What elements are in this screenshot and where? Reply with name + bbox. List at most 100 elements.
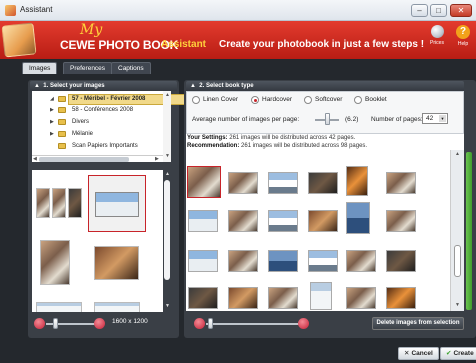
tab-captions[interactable]: Captions: [111, 62, 151, 74]
zoom-slider-knob[interactable]: [208, 318, 213, 329]
folder-icon: [58, 119, 66, 125]
maximize-button[interactable]: □: [430, 4, 447, 17]
scroll-down-icon[interactable]: ▼: [455, 302, 460, 308]
image-thumbnail[interactable]: [52, 188, 66, 218]
delete-images-button[interactable]: Delete images from selection: [372, 317, 464, 330]
tree-item-meribel[interactable]: ◢ 57 - Méribel - Février 2008: [32, 94, 187, 105]
selected-image-thumbnail[interactable]: [187, 166, 221, 198]
chevron-right-icon[interactable]: ▶: [50, 117, 54, 128]
zoom-in-icon[interactable]: [298, 318, 309, 329]
image-thumbnail[interactable]: [308, 210, 338, 232]
image-thumbnail[interactable]: [268, 210, 298, 232]
radio-softcover[interactable]: [304, 96, 312, 104]
selected-images-scrollbar[interactable]: ▲ ▼: [450, 150, 464, 311]
selected-image-thumbnail[interactable]: [88, 175, 146, 232]
tab-preferences[interactable]: Preferences: [63, 62, 113, 74]
select-book-type-header[interactable]: ▲ 2. Select book type: [186, 81, 464, 91]
linen-cover-label[interactable]: Linen Cover: [203, 96, 238, 103]
help-button[interactable]: ? Help: [452, 25, 474, 47]
image-thumbnail[interactable]: [386, 250, 416, 272]
image-thumbnail[interactable]: [386, 172, 416, 194]
scroll-left-icon[interactable]: ◀: [33, 156, 37, 162]
pages-label: Number of pages:: [371, 116, 423, 123]
radio-booklet[interactable]: [354, 96, 362, 104]
hardcover-label[interactable]: Hardcover: [262, 96, 292, 103]
scroll-up-icon[interactable]: ▲: [165, 92, 170, 98]
image-thumbnail[interactable]: [346, 202, 370, 234]
tree-horizontal-scrollbar[interactable]: ◀ ▶: [32, 155, 163, 162]
tree-item-scan[interactable]: Scan Papiers Importants: [32, 141, 163, 152]
image-thumbnail[interactable]: [268, 287, 298, 309]
image-thumbnail[interactable]: [188, 287, 218, 309]
tab-images[interactable]: Images: [22, 62, 58, 74]
image-thumbnail[interactable]: [40, 240, 70, 285]
radio-linen-cover[interactable]: [192, 96, 200, 104]
chevron-right-icon[interactable]: ▶: [50, 129, 54, 140]
image-thumbnail[interactable]: [268, 172, 298, 194]
chevron-right-icon[interactable]: ▶: [50, 105, 54, 116]
minimize-button[interactable]: –: [411, 4, 428, 17]
logo-image: [1, 22, 37, 58]
tree-item-conferences[interactable]: ▶ 58 - Conférences 2008: [32, 105, 163, 116]
tab-bar: Images Preferences Captions: [0, 59, 476, 74]
image-thumbnail[interactable]: [228, 210, 258, 232]
scroll-down-icon[interactable]: ▼: [165, 303, 170, 309]
scroll-thumb[interactable]: [454, 245, 461, 277]
image-thumbnail[interactable]: [346, 250, 376, 272]
chevron-down-icon[interactable]: ▼: [439, 115, 446, 122]
avg-images-slider-knob[interactable]: [325, 113, 330, 125]
image-thumbnail[interactable]: [188, 210, 218, 232]
tagline: Create your photobook in just a few step…: [219, 39, 425, 50]
booklet-label[interactable]: Booklet: [365, 96, 387, 103]
image-thumbnail[interactable]: [346, 166, 368, 196]
prices-label: Prices: [430, 40, 444, 46]
tree-item-melanie[interactable]: ▶ Mélanie: [32, 129, 163, 140]
footer-bar: ✕ Cancel ✔ Create: [0, 338, 476, 363]
scroll-thumb[interactable]: [164, 180, 170, 280]
image-thumbnail[interactable]: [308, 250, 338, 272]
right-zoom-bar: Delete images from selection: [186, 316, 464, 331]
scroll-up-icon[interactable]: ▲: [165, 171, 170, 177]
zoom-in-icon[interactable]: [94, 318, 105, 329]
page-fill-indicator: [466, 152, 472, 310]
image-thumbnail[interactable]: [188, 250, 218, 272]
image-thumbnail[interactable]: [386, 287, 416, 309]
image-thumbnail[interactable]: [94, 246, 139, 280]
image-thumbnail[interactable]: [346, 287, 376, 309]
scroll-thumb[interactable]: [39, 157, 129, 162]
image-thumbnail[interactable]: [36, 188, 50, 218]
pages-select[interactable]: 42 ▼: [422, 113, 448, 124]
scroll-up-icon[interactable]: ▲: [455, 151, 460, 157]
image-thumbnail[interactable]: [228, 172, 258, 194]
image-thumbnail[interactable]: [228, 287, 258, 309]
chevron-down-icon[interactable]: ◢: [50, 94, 54, 105]
cancel-button[interactable]: ✕ Cancel: [398, 347, 439, 360]
create-button[interactable]: ✔ Create: [440, 347, 476, 360]
settings-info: Your Settings: 261 images will be distri…: [186, 134, 464, 150]
image-thumbnail[interactable]: [308, 172, 338, 194]
image-thumbnail[interactable]: [228, 250, 258, 272]
help-label: Help: [457, 41, 469, 47]
zoom-out-icon[interactable]: [194, 318, 205, 329]
softcover-label[interactable]: Softcover: [315, 96, 342, 103]
zoom-slider-knob[interactable]: [53, 318, 58, 329]
zoom-slider[interactable]: [206, 323, 302, 325]
image-thumbnail[interactable]: [310, 282, 332, 310]
image-thumbnail[interactable]: [386, 210, 416, 232]
image-thumbnail[interactable]: [68, 188, 82, 218]
window-title: Assistant: [20, 5, 53, 14]
tree-vertical-scrollbar[interactable]: ▲ ▼: [163, 91, 171, 162]
radio-hardcover[interactable]: [251, 96, 259, 104]
image-thumbnail[interactable]: [94, 302, 140, 312]
scroll-down-icon[interactable]: ▼: [165, 153, 170, 159]
tree-item-divers[interactable]: ▶ Divers: [32, 117, 163, 128]
image-grid-scrollbar[interactable]: ▲ ▼: [163, 170, 171, 312]
zoom-out-icon[interactable]: [34, 318, 45, 329]
scroll-right-icon[interactable]: ▶: [155, 156, 159, 162]
select-images-header[interactable]: ▲ 1. Select your images: [30, 81, 177, 91]
prices-button[interactable]: Prices: [426, 25, 448, 46]
image-thumbnail[interactable]: [268, 250, 298, 272]
close-button[interactable]: ✕: [450, 4, 472, 17]
folder-icon: [58, 96, 66, 102]
image-thumbnail[interactable]: [36, 302, 82, 312]
